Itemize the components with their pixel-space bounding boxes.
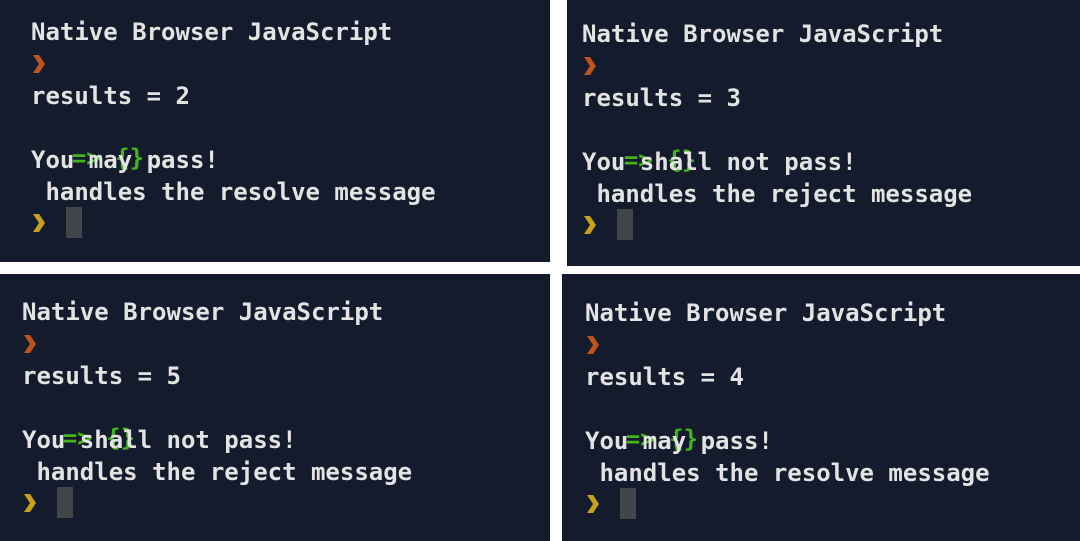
- chevron-prompt-icon: [587, 495, 601, 513]
- console-header: Native Browser JavaScript: [582, 20, 944, 48]
- handler-output: handles the reject message: [582, 180, 973, 208]
- handler-output: handles the resolve message: [585, 459, 990, 487]
- return-value-line: => {}: [14, 113, 144, 172]
- message-output: You may pass!: [585, 427, 773, 455]
- results-output: results = 3: [582, 84, 741, 112]
- input-prompt-icon: [24, 335, 38, 353]
- handler-output: handles the resolve message: [31, 178, 436, 206]
- console-header: Native Browser JavaScript: [31, 18, 393, 46]
- console-panel-results-3: Native Browser JavaScript results = 3 =>…: [567, 0, 1080, 266]
- console-panel-results-2: Native Browser JavaScript results = 2 =>…: [0, 0, 550, 262]
- handler-output: handles the reject message: [22, 458, 413, 486]
- console-panel-results-4: Native Browser JavaScript results = 4 =>…: [562, 274, 1080, 541]
- return-value-line: => {}: [5, 393, 135, 452]
- console-header: Native Browser JavaScript: [22, 298, 384, 326]
- return-value-line: => {}: [566, 115, 696, 174]
- results-output: results = 5: [22, 362, 181, 390]
- message-output: You shall not pass!: [22, 426, 297, 454]
- input-prompt-icon: [33, 55, 47, 73]
- console-header: Native Browser JavaScript: [585, 299, 947, 327]
- input-prompt-icon: [584, 57, 598, 75]
- results-output: results = 2: [31, 82, 190, 110]
- input-prompt-icon: [587, 336, 601, 354]
- input-cursor[interactable]: [57, 487, 73, 518]
- chevron-prompt-icon: [33, 214, 47, 232]
- message-output: You may pass!: [31, 146, 219, 174]
- input-cursor[interactable]: [617, 209, 633, 240]
- chevron-prompt-icon: [584, 216, 598, 234]
- console-panel-results-5: Native Browser JavaScript results = 5 =>…: [0, 274, 550, 541]
- chevron-prompt-icon: [24, 494, 38, 512]
- input-cursor[interactable]: [620, 488, 636, 519]
- return-value-line: => {}: [568, 394, 698, 453]
- message-output: You shall not pass!: [582, 148, 857, 176]
- results-output: results = 4: [585, 363, 744, 391]
- input-cursor[interactable]: [66, 207, 82, 238]
